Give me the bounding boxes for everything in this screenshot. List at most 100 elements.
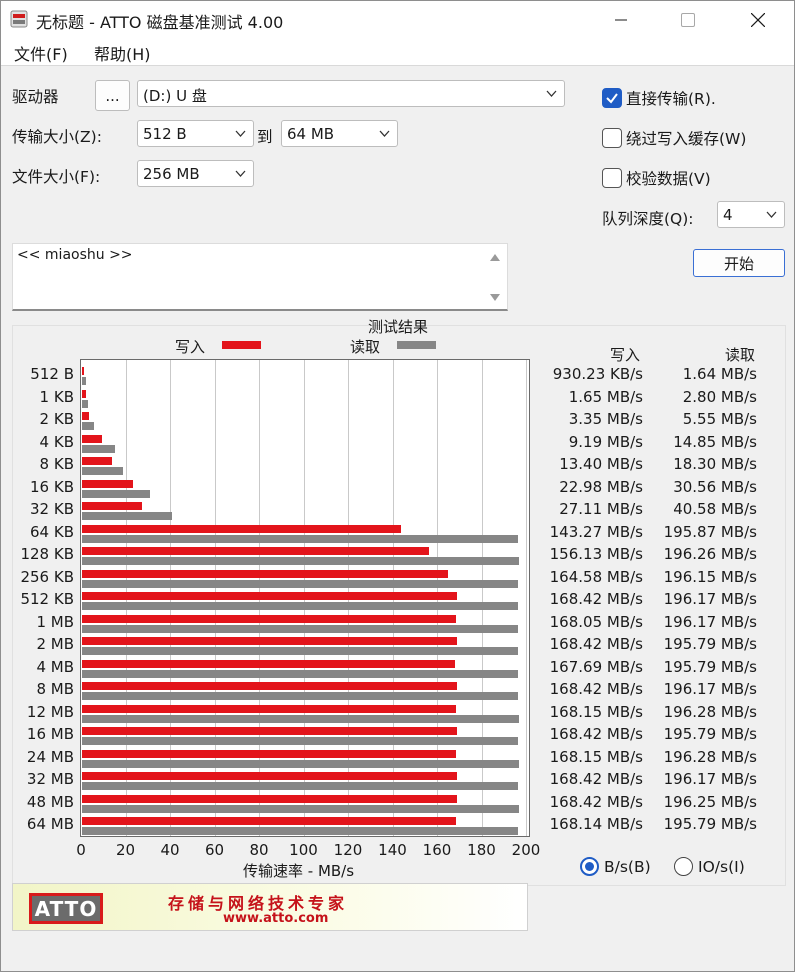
chevron-down-icon (766, 211, 777, 218)
write-speed-value: 168.15 MB/s (549, 702, 643, 721)
read-bar (82, 714, 519, 723)
checkmark-icon (606, 93, 618, 104)
x-tick-label: 0 (76, 841, 86, 859)
start-button[interactable]: 开始 (693, 249, 785, 277)
write-bar (82, 794, 457, 803)
legend-write-label: 写入 (175, 338, 206, 356)
unit-io-radio[interactable] (674, 857, 693, 876)
menu-help[interactable]: 帮助(H) (94, 41, 151, 65)
direct-io-checkbox[interactable] (602, 88, 622, 108)
bypass-cache-label[interactable]: 绕过写入缓存(W) (626, 127, 746, 149)
read-bar (82, 422, 95, 430)
x-tick-label: 80 (249, 841, 269, 859)
write-speed-value: 143.27 MB/s (549, 522, 643, 541)
write-bar (82, 749, 457, 758)
transfer-from-select[interactable]: 512 B (137, 120, 254, 147)
x-tick-label: 20 (115, 841, 136, 859)
column-header-write: 写入 (610, 346, 641, 364)
read-speed-value: 14.85 MB/s (673, 432, 757, 451)
description-textarea[interactable]: << miaoshu >> (12, 243, 508, 311)
menu-file[interactable]: 文件(F) (14, 41, 68, 65)
write-speed-value: 168.42 MB/s (549, 792, 643, 811)
read-speed-value: 196.28 MB/s (663, 747, 757, 766)
app-window: 无标题 - ATTO 磁盘基准测试 4.00 文件(F) 帮助(H) 驱动器 .… (0, 0, 795, 972)
write-bar (82, 457, 112, 465)
read-bar (82, 557, 519, 565)
to-label: 到 (257, 128, 273, 146)
unit-bytes-label[interactable]: B/s(B) (604, 858, 651, 876)
unit-io-label[interactable]: IO/s(I) (698, 858, 745, 876)
write-speed-value: 168.42 MB/s (549, 770, 643, 788)
x-tick-label: 140 (378, 841, 407, 859)
category-label: 12 MB (26, 702, 74, 721)
read-speed-value: 195.79 MB/s (663, 815, 757, 833)
write-bar (82, 817, 457, 825)
read-bar (82, 377, 86, 385)
write-bar (82, 389, 86, 398)
banner-url[interactable]: www.atto.com (223, 911, 328, 926)
file-size-label: 文件大小(F): (12, 168, 101, 186)
read-speed-value: 40.58 MB/s (673, 500, 757, 518)
close-button[interactable] (735, 1, 781, 38)
verify-data-label[interactable]: 校验数据(V) (626, 167, 711, 189)
read-speed-value: 196.17 MB/s (663, 612, 757, 631)
queue-depth-select[interactable]: 4 (717, 201, 785, 228)
read-bar (82, 534, 518, 543)
write-bar (82, 659, 456, 668)
read-bar (82, 467, 123, 475)
minimize-icon (615, 19, 627, 20)
app-icon (10, 10, 28, 28)
close-icon (751, 12, 765, 27)
write-speed-value: 22.98 MB/s (559, 477, 643, 496)
x-tick-label: 120 (333, 841, 363, 859)
file-size-select[interactable]: 256 MB (137, 160, 254, 187)
write-bar (82, 704, 457, 713)
write-bar (82, 547, 430, 555)
scroll-down-icon[interactable] (489, 293, 501, 303)
write-speed-value: 164.58 MB/s (549, 567, 643, 586)
atto-logo: ATTO (29, 893, 103, 924)
write-speed-value: 168.42 MB/s (549, 725, 643, 743)
category-label: 4 KB (39, 432, 74, 451)
description-text: << miaoshu >> (17, 247, 133, 263)
category-label: 32 MB (26, 770, 74, 788)
write-speed-value: 168.42 MB/s (549, 680, 643, 698)
read-bar (82, 489, 150, 498)
read-bar (82, 759, 519, 768)
write-speed-value: 167.69 MB/s (549, 657, 643, 676)
direct-io-label[interactable]: 直接传输(R). (626, 87, 716, 109)
write-speed-value: 168.42 MB/s (549, 590, 643, 608)
maximize-button[interactable] (665, 1, 711, 38)
write-bar (82, 502, 143, 510)
drive-select[interactable]: (D:) U 盘 (137, 80, 565, 107)
write-speed-value: 13.40 MB/s (559, 455, 643, 473)
queue-depth-label: 队列深度(Q): (602, 210, 694, 228)
category-label: 1 MB (36, 612, 74, 631)
verify-data-checkbox[interactable] (602, 168, 622, 188)
write-bar (82, 412, 90, 420)
read-bar (82, 579, 519, 588)
write-bar (82, 614, 456, 623)
write-bar (82, 727, 457, 735)
bypass-cache-checkbox[interactable] (602, 128, 622, 148)
file-size-value: 256 MB (143, 165, 200, 183)
read-bar (82, 692, 519, 700)
menu-bar: 文件(F) 帮助(H) (1, 38, 794, 66)
category-label: 1 KB (39, 387, 74, 406)
scroll-up-icon[interactable] (489, 252, 501, 262)
category-label: 512 KB (20, 590, 74, 608)
read-bar (82, 512, 173, 520)
transfer-to-select[interactable]: 64 MB (281, 120, 398, 147)
minimize-button[interactable] (598, 1, 644, 38)
atto-banner[interactable]: ATTO 存储与网络技术专家 www.atto.com (12, 883, 528, 931)
browse-button[interactable]: ... (95, 80, 130, 111)
category-label: 128 KB (20, 545, 74, 563)
category-label: 8 MB (36, 680, 74, 698)
transfer-from-value: 512 B (143, 125, 187, 143)
unit-bytes-radio[interactable] (580, 857, 599, 876)
x-tick-label: 200 (511, 841, 541, 859)
category-label: 64 MB (26, 815, 74, 833)
x-tick-label: 180 (467, 841, 496, 859)
read-speed-value: 195.79 MB/s (663, 725, 757, 743)
chevron-down-icon (235, 170, 246, 177)
